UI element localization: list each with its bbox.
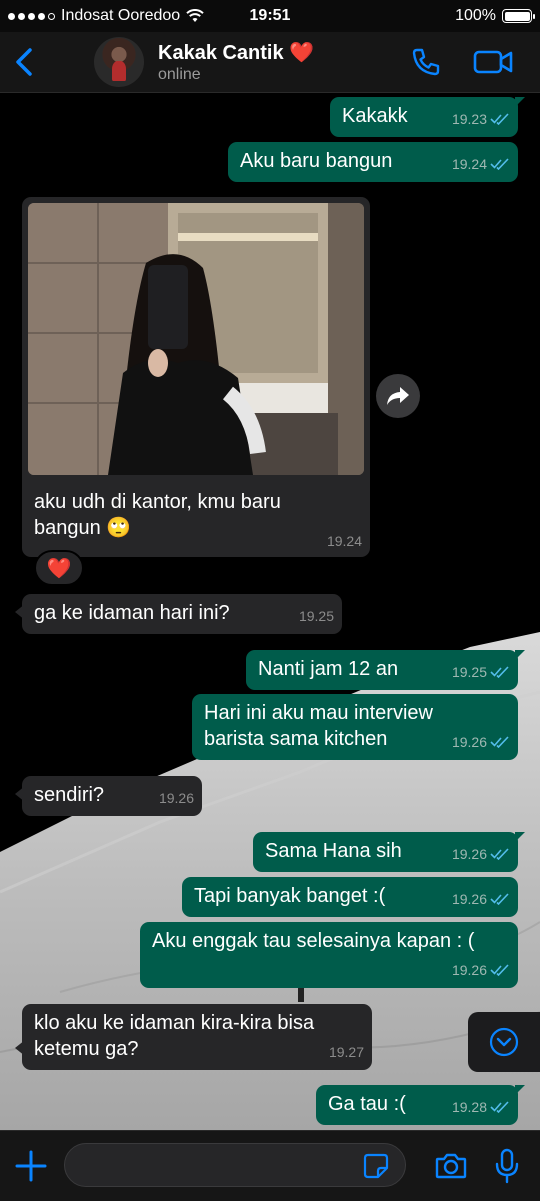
message-meta: 19.27 — [329, 1039, 364, 1065]
message-outgoing[interactable]: Hari ini aku mau interview barista sama … — [192, 694, 518, 760]
contact-status: online — [158, 66, 201, 83]
double-check-icon — [490, 736, 509, 748]
back-arrow-icon[interactable] — [10, 42, 40, 82]
microphone-icon[interactable] — [492, 1147, 522, 1185]
message-outgoing[interactable]: Nanti jam 12 an 19.25 — [246, 650, 525, 690]
message-text: Aku baru bangun — [240, 150, 393, 172]
message-time: 19.25 — [451, 664, 487, 680]
status-bar: Indosat Ooredoo 19:51 100% — [0, 0, 540, 32]
double-check-icon — [490, 158, 509, 170]
message-meta: 19.26 — [452, 957, 510, 983]
message-time: 19.24 — [451, 156, 487, 172]
chevron-down-circle-icon — [489, 1027, 519, 1057]
double-check-icon — [490, 1101, 509, 1113]
voice-call-icon[interactable] — [408, 44, 444, 80]
message-text: klo aku ke idaman kira-kira bisa ketemu … — [34, 1012, 315, 1060]
message-meta: 19.24 — [452, 151, 510, 177]
message-meta: 19.25 — [452, 659, 510, 685]
message-text: Sama Hana sih — [265, 840, 402, 862]
message-meta: 19.26 — [452, 729, 510, 755]
message-text: Kakakk — [342, 105, 408, 127]
message-incoming-photo[interactable]: aku udh di kantor, kmu baru bangun 🙄 19.… — [22, 197, 370, 557]
forward-button[interactable] — [376, 374, 420, 418]
video-call-icon[interactable] — [472, 44, 514, 80]
message-text: Aku enggak tau selesainya kapan : ( — [152, 930, 475, 952]
message-time: 19.24 — [326, 533, 362, 549]
message-text: Tapi banyak banget :( — [194, 885, 386, 907]
message-meta: 19.26 — [452, 841, 510, 867]
message-outgoing[interactable]: Tapi banyak banget :( 19.26 — [182, 877, 518, 917]
message-outgoing[interactable]: Kakakk 19.23 — [330, 97, 525, 137]
message-meta: 19.26 — [159, 785, 194, 811]
message-text: ga ke idaman hari ini? — [34, 602, 230, 624]
photo-attachment[interactable] — [28, 203, 364, 475]
plus-icon[interactable] — [14, 1149, 48, 1183]
message-meta: 19.26 — [452, 886, 510, 912]
message-meta: 19.23 — [452, 106, 510, 132]
double-check-icon — [490, 964, 509, 976]
scroll-to-bottom-button[interactable] — [468, 1012, 540, 1072]
message-time: 19.27 — [328, 1044, 364, 1060]
forward-arrow-icon — [387, 387, 409, 405]
message-time: 19.26 — [451, 734, 487, 750]
message-time: 19.26 — [158, 790, 194, 806]
message-time: 19.26 — [451, 891, 487, 907]
message-text: sendiri? — [34, 784, 105, 806]
message-text: aku udh di kantor, kmu baru bangun 🙄 — [34, 491, 281, 539]
message-meta: 19.24 — [327, 533, 362, 549]
message-meta: 19.28 — [452, 1094, 510, 1120]
message-incoming[interactable]: sendiri? 19.26 — [15, 776, 202, 816]
message-outgoing[interactable]: Sama Hana sih 19.26 — [253, 832, 525, 872]
contact-name[interactable]: Kakak Cantik ❤️ — [158, 40, 314, 65]
message-time: 19.26 — [451, 962, 487, 978]
battery-percentage: 100% — [455, 7, 496, 24]
double-check-icon — [490, 666, 509, 678]
sticker-icon[interactable] — [362, 1152, 390, 1180]
heart-reaction-icon: ❤️ — [46, 557, 72, 580]
message-time: 19.28 — [451, 1099, 487, 1115]
message-outgoing[interactable]: Ga tau :( 19.28 — [316, 1085, 525, 1125]
battery-icon — [502, 9, 535, 23]
message-reaction[interactable]: ❤️ — [34, 550, 84, 586]
message-outgoing[interactable]: Aku baru bangun 19.24 — [228, 142, 518, 182]
message-meta: 19.25 — [299, 603, 334, 629]
message-incoming[interactable]: ga ke idaman hari ini? 19.25 — [15, 594, 342, 634]
contact-avatar[interactable] — [94, 37, 144, 87]
double-check-icon — [490, 893, 509, 905]
chat-header: Kakak Cantik ❤️ online — [0, 32, 540, 93]
message-incoming[interactable]: klo aku ke idaman kira-kira bisa ketemu … — [15, 1004, 372, 1070]
message-text: Nanti jam 12 an — [258, 658, 399, 680]
double-check-icon — [490, 113, 509, 125]
message-input[interactable] — [64, 1143, 406, 1187]
camera-icon[interactable] — [434, 1149, 468, 1183]
composer-bar — [0, 1130, 540, 1201]
message-text: Hari ini aku mau interview barista sama … — [204, 702, 433, 750]
message-time: 19.26 — [451, 846, 487, 862]
message-outgoing[interactable]: Aku enggak tau selesainya kapan : ( 19.2… — [140, 922, 518, 988]
message-time: 19.25 — [298, 608, 334, 624]
message-text: Ga tau :( — [328, 1093, 406, 1115]
double-check-icon — [490, 848, 509, 860]
message-time: 19.23 — [451, 111, 487, 127]
